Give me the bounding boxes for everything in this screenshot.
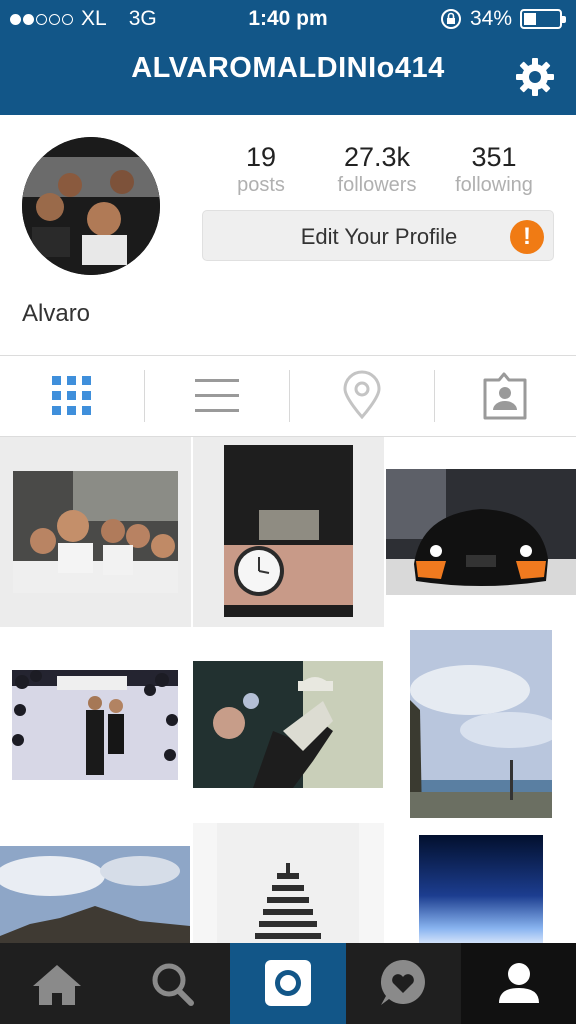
tab-tagged[interactable] <box>432 356 576 436</box>
photo-image <box>410 630 552 818</box>
followers-label: followers <box>337 174 417 196</box>
photo-tile[interactable] <box>193 823 384 943</box>
posts-count: 19 <box>245 142 277 172</box>
tab-grid[interactable] <box>0 356 144 436</box>
photo-image <box>217 823 359 943</box>
stat-followers[interactable]: 27.3k followers <box>312 140 442 196</box>
display-name: Alvaro <box>22 300 91 327</box>
photo-tile[interactable] <box>193 437 384 627</box>
photo-tile[interactable] <box>386 437 576 627</box>
posts-label: posts <box>237 174 285 196</box>
photo-image <box>386 469 576 595</box>
search-icon <box>152 963 194 1006</box>
photo-image <box>193 661 383 788</box>
gear-icon[interactable] <box>514 56 556 98</box>
battery-group: 34% <box>440 0 566 38</box>
battery-percent: 34% <box>469 7 512 30</box>
photo-image <box>224 445 353 617</box>
tab-map[interactable] <box>290 356 434 436</box>
list-icon <box>195 379 239 412</box>
followers-count: 27.3k <box>343 142 411 172</box>
following-label: following <box>455 174 533 196</box>
bottom-nav <box>0 943 576 1024</box>
nav-activity[interactable] <box>346 943 461 1024</box>
photo-tile[interactable] <box>0 630 191 820</box>
top-bar: XL 3G 1:40 pm 34% ALVAROMALDINIo414 <box>0 0 576 115</box>
avatar[interactable] <box>22 137 160 275</box>
photo-image <box>419 835 543 943</box>
status-bar: XL 3G 1:40 pm 34% <box>0 0 576 38</box>
photo-image <box>13 471 178 593</box>
home-icon <box>33 965 81 1005</box>
page-title: ALVAROMALDINIo414 <box>131 52 445 84</box>
photo-tile[interactable] <box>0 823 191 943</box>
alert-icon: ! <box>510 220 544 254</box>
location-pin-icon <box>343 370 381 420</box>
photo-tile[interactable] <box>386 823 576 943</box>
photo-image <box>0 846 190 943</box>
person-tag-icon <box>483 372 527 420</box>
nav-search[interactable] <box>115 943 230 1024</box>
instagram-profile-screen: XL 3G 1:40 pm 34% ALVAROMALDINIo414 19 p… <box>0 0 576 1024</box>
stat-following[interactable]: 351 following <box>429 140 559 196</box>
nav-home[interactable] <box>0 943 115 1024</box>
photo-tile[interactable] <box>386 630 576 820</box>
nav-profile[interactable] <box>461 943 576 1024</box>
photo-tile[interactable] <box>0 437 191 627</box>
photo-tile[interactable] <box>193 630 384 820</box>
stat-posts[interactable]: 19 posts <box>196 140 326 196</box>
camera-icon <box>265 960 311 1006</box>
view-tabs <box>0 355 576 437</box>
profile-icon <box>499 963 539 1003</box>
edit-profile-button[interactable]: Edit Your Profile ! <box>202 210 554 261</box>
rotation-lock-icon <box>440 9 461 29</box>
photo-image <box>12 670 178 780</box>
battery-icon <box>520 9 566 29</box>
photo-grid <box>0 437 576 943</box>
edit-profile-label: Edit Your Profile <box>300 224 458 249</box>
following-count: 351 <box>471 142 517 172</box>
tab-list[interactable] <box>145 356 289 436</box>
nav-camera[interactable] <box>230 943 346 1024</box>
activity-heart-icon <box>380 960 425 1005</box>
grid-icon <box>52 376 91 415</box>
